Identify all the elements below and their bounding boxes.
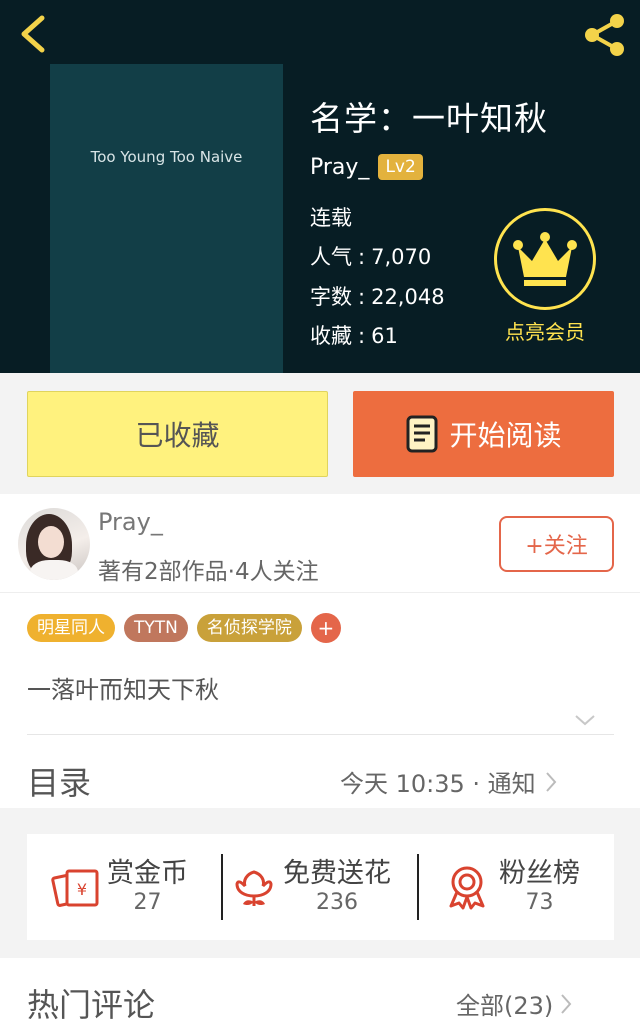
all-comments-label: 全部(23) xyxy=(456,992,554,1020)
author-name[interactable]: Pray_ xyxy=(310,155,369,180)
stat-value: 73 xyxy=(525,890,554,915)
stat-label: 人气 xyxy=(310,245,352,269)
flower-icon xyxy=(235,870,273,906)
divider xyxy=(417,854,419,920)
start-reading-label: 开始阅读 xyxy=(449,419,562,452)
reward-coins-button[interactable]: ¥ 赏金币 27 xyxy=(51,834,221,940)
share-button[interactable] xyxy=(580,12,630,58)
tag[interactable]: TYTN xyxy=(124,614,188,642)
level-badge: Lv2 xyxy=(378,154,423,180)
author-card-subtitle: 著有2部作品·4人关注 xyxy=(98,559,319,585)
book-summary: 一落叶而知天下秋 xyxy=(27,676,219,704)
stat-value: 27 xyxy=(133,890,162,915)
hot-comments-title: 热门评论 xyxy=(27,986,156,1024)
tag[interactable]: 名侦探学院 xyxy=(196,614,302,642)
collected-button[interactable]: 已收藏 xyxy=(27,391,328,477)
tag-list: 明星同人 TYTN 名侦探学院 + xyxy=(27,613,341,643)
stat-value: 61 xyxy=(371,324,398,348)
red-envelope-icon: ¥ xyxy=(51,869,99,907)
back-chevron-icon xyxy=(21,15,45,53)
stat-word-count: 字数:22,048 xyxy=(310,285,445,309)
book-info-panel: Pray_ 著有2部作品·4人关注 +关注 明星同人 TYTN 名侦探学院 + … xyxy=(0,494,640,808)
stat-label: 粉丝榜 xyxy=(499,858,580,889)
share-icon xyxy=(585,14,624,56)
divider xyxy=(27,734,614,735)
hot-comments-section: 热门评论 全部(23) xyxy=(0,958,640,1030)
stat-label: 字数 xyxy=(310,285,352,309)
stat-label: 收藏 xyxy=(310,324,352,348)
book-cover[interactable]: Too Young Too Naive xyxy=(50,64,283,373)
stat-value: 236 xyxy=(316,890,358,915)
book-title: 名学：一叶知秋 xyxy=(310,99,548,138)
toc-update-text: 今天 10:35 · 通知 xyxy=(340,770,536,798)
all-comments-link[interactable]: 全部(23) xyxy=(456,986,573,1021)
book-icon xyxy=(406,415,438,453)
fan-ranking-button[interactable]: 粉丝榜 73 xyxy=(445,834,615,940)
crown-icon xyxy=(513,232,577,286)
follow-button[interactable]: +关注 xyxy=(499,516,614,572)
send-flower-button[interactable]: 免费送花 236 xyxy=(233,834,423,940)
toc-update[interactable]: 今天 10:35 · 通知 xyxy=(340,764,558,799)
chevron-down-icon xyxy=(575,715,595,726)
chevron-right-icon xyxy=(545,771,557,792)
back-button[interactable] xyxy=(14,12,54,56)
stat-popularity: 人气:7,070 xyxy=(310,245,432,269)
stat-value: 7,070 xyxy=(371,245,432,269)
stat-value: 22,048 xyxy=(371,285,445,309)
stat-label: 赏金币 xyxy=(107,858,188,889)
stat-label: 免费送花 xyxy=(283,858,391,889)
vip-circle xyxy=(494,208,596,310)
stat-favorites: 收藏:61 xyxy=(310,324,398,348)
divider xyxy=(0,592,640,593)
divider xyxy=(221,854,223,920)
medal-icon xyxy=(449,866,485,910)
stat-bar: ¥ 赏金币 27 免费送花 236 粉丝榜 73 xyxy=(27,834,614,940)
cover-text: Too Young Too Naive xyxy=(90,148,243,166)
expand-button[interactable] xyxy=(574,712,596,726)
book-header: Too Young Too Naive 名学：一叶知秋 Pray_ Lv2 连载… xyxy=(0,0,640,373)
start-reading-button[interactable]: 开始阅读 xyxy=(353,391,614,477)
author-card-name[interactable]: Pray_ xyxy=(98,508,163,536)
vip-button[interactable]: 点亮会员 xyxy=(492,208,598,358)
toc-title[interactable]: 目录 xyxy=(27,758,91,804)
add-tag-button[interactable]: + xyxy=(310,613,341,643)
vip-label: 点亮会员 xyxy=(505,320,585,344)
svg-text:¥: ¥ xyxy=(77,880,87,899)
author-line: Pray_ Lv2 xyxy=(310,154,423,180)
tag[interactable]: 明星同人 xyxy=(27,614,115,642)
chevron-right-icon xyxy=(561,993,572,1014)
serial-status: 连载 xyxy=(310,206,352,230)
avatar[interactable] xyxy=(18,508,90,580)
